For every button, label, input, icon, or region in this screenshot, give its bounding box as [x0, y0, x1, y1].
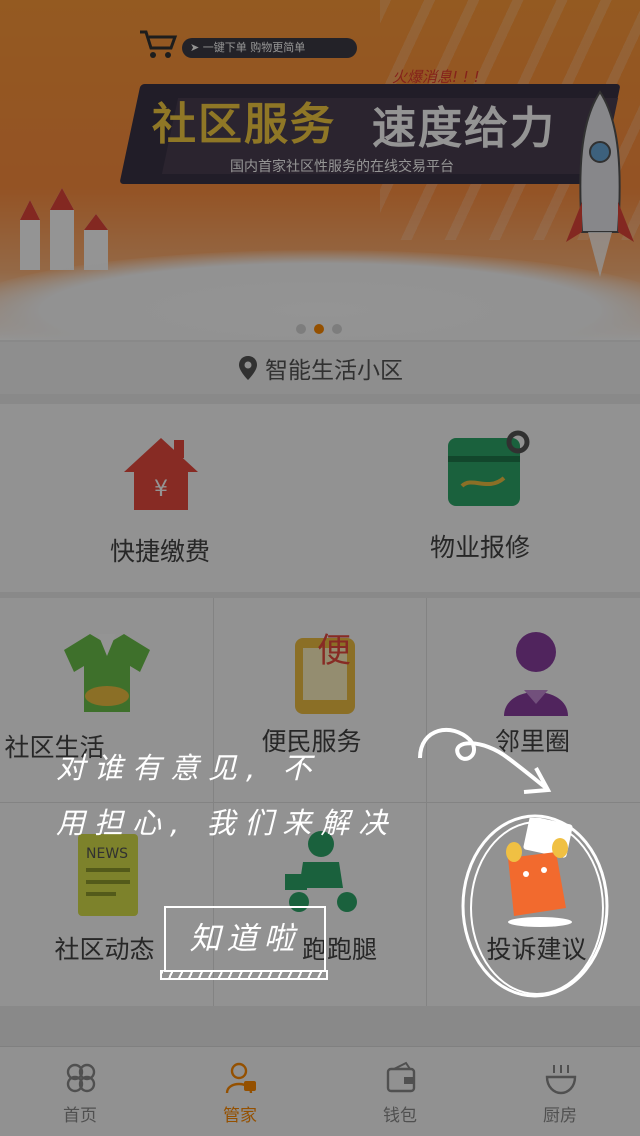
got-it-underline: [160, 970, 328, 980]
complaint-icon: [506, 818, 573, 927]
guide-text-line-2: 用担心, 我们来解决: [56, 806, 397, 840]
guide-text-line-1: 对谁有意见, 不: [56, 751, 321, 785]
got-it-button[interactable]: 知道啦: [164, 906, 326, 972]
curved-arrow-icon: [418, 727, 552, 794]
